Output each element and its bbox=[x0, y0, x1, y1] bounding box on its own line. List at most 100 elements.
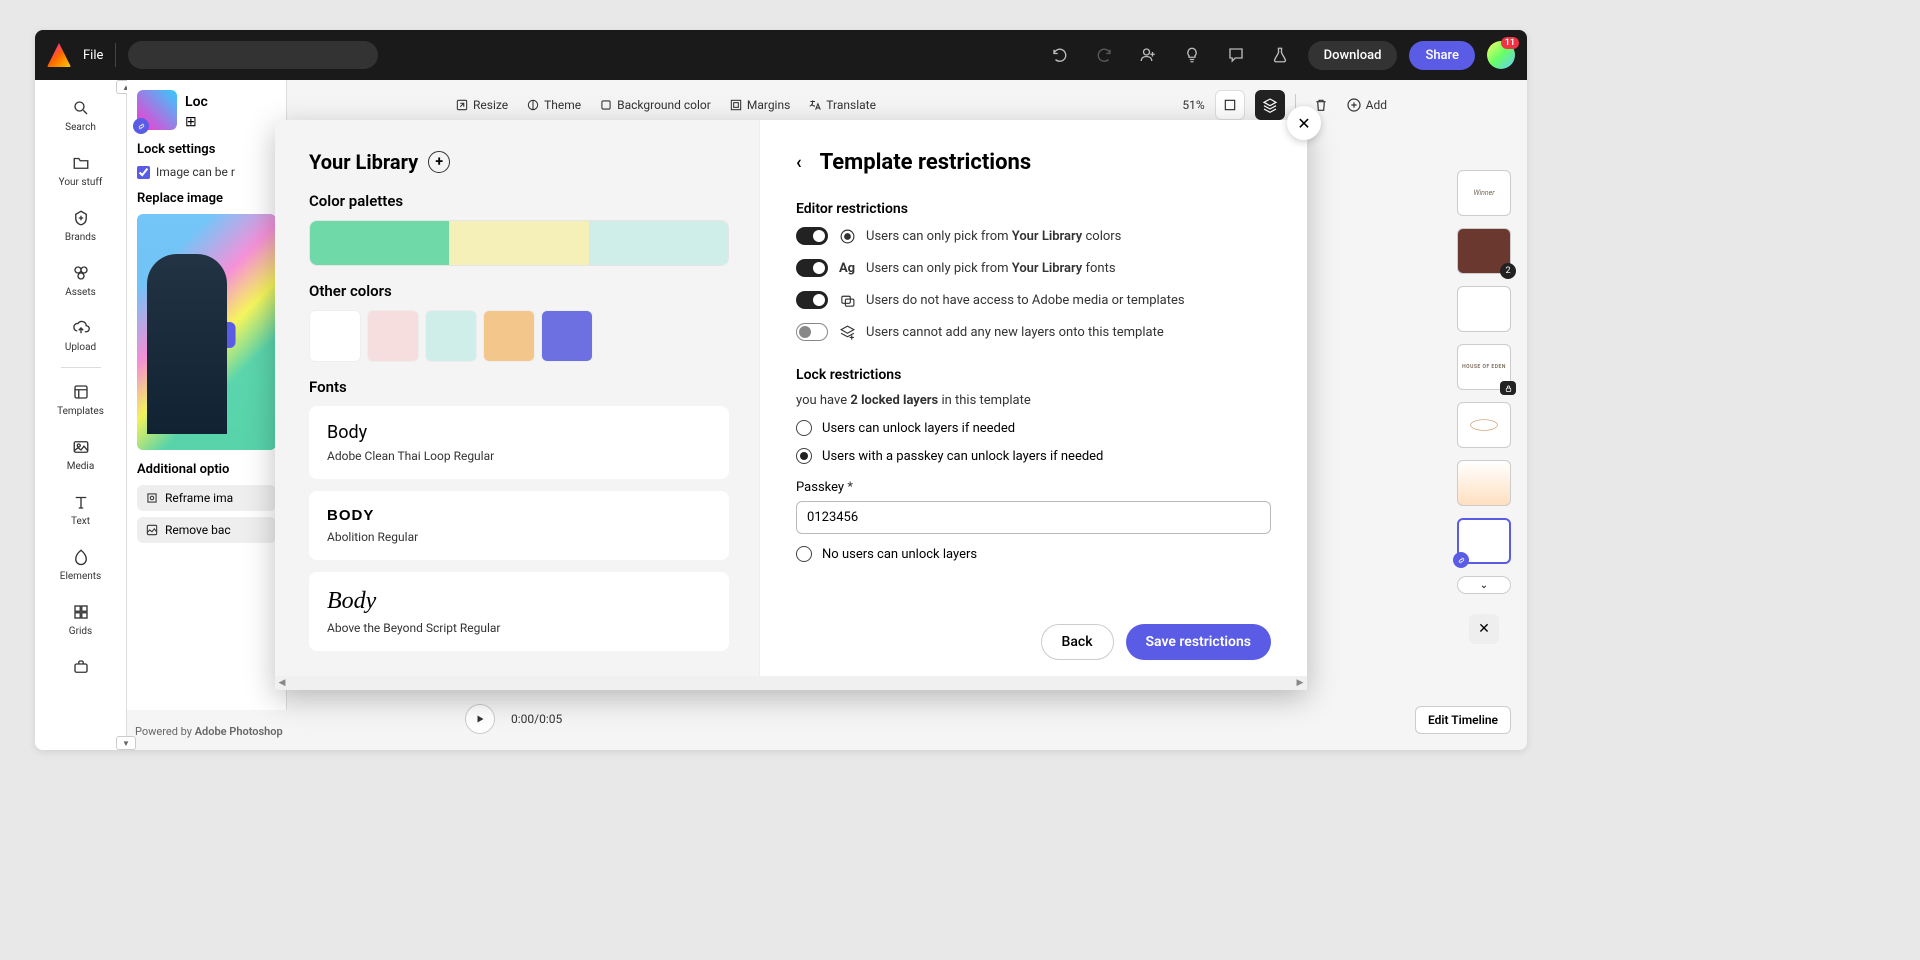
toggle-switch[interactable] bbox=[796, 227, 828, 245]
redo-icon[interactable] bbox=[1088, 39, 1120, 71]
page-thumb[interactable]: HOUSE OF EDEN bbox=[1457, 344, 1511, 390]
share-button[interactable]: Share bbox=[1409, 41, 1475, 70]
replace-button[interactable]: ⊞ R bbox=[194, 322, 235, 348]
toggle-switch[interactable] bbox=[796, 259, 828, 277]
color-swatch[interactable] bbox=[367, 310, 419, 362]
nav-text[interactable]: Text bbox=[51, 482, 111, 537]
palette-color[interactable] bbox=[449, 221, 588, 265]
restriction-toggle-row: Users cannot add any new layers onto thi… bbox=[796, 323, 1271, 341]
invite-icon[interactable] bbox=[1132, 39, 1164, 71]
fit-button[interactable] bbox=[1215, 90, 1245, 120]
close-thumbnails[interactable]: ✕ bbox=[1469, 614, 1499, 644]
resize-tool[interactable]: Resize bbox=[455, 98, 508, 112]
font-card[interactable]: BODYAbolition Regular bbox=[309, 491, 729, 560]
page-thumb[interactable]: 2 bbox=[1457, 228, 1511, 274]
undo-icon[interactable] bbox=[1044, 39, 1076, 71]
beaker-icon[interactable] bbox=[1264, 39, 1296, 71]
properties-panel: Loc ⊞ Lock settings Image can be r Repla… bbox=[127, 80, 287, 710]
font-card[interactable]: BodyAbove the Beyond Script Regular bbox=[309, 572, 729, 651]
play-button[interactable] bbox=[465, 704, 495, 734]
font-card[interactable]: BodyAdobe Clean Thai Loop Regular bbox=[309, 406, 729, 479]
nav-templates[interactable]: Templates bbox=[51, 372, 111, 427]
background-tool[interactable]: Background color bbox=[599, 98, 711, 112]
expand-pages[interactable]: ⌄ bbox=[1457, 576, 1511, 594]
folder-icon bbox=[71, 153, 91, 173]
color-swatch[interactable] bbox=[309, 310, 361, 362]
search-input[interactable] bbox=[128, 41, 378, 69]
lock-icon bbox=[1500, 381, 1516, 395]
back-button[interactable]: Back bbox=[1041, 624, 1114, 660]
back-chevron-icon[interactable]: ‹ bbox=[796, 152, 802, 173]
replace-image-preview: ⊞ R bbox=[137, 214, 276, 450]
lightbulb-icon[interactable] bbox=[1176, 39, 1208, 71]
color-swatch[interactable] bbox=[483, 310, 535, 362]
theme-tool[interactable]: Theme bbox=[526, 98, 581, 112]
nav-your-stuff[interactable]: Your stuff bbox=[51, 143, 111, 198]
add-library-button[interactable]: + bbox=[428, 151, 450, 173]
font-preview: Body bbox=[327, 422, 711, 443]
nav-assets[interactable]: Assets bbox=[51, 253, 111, 308]
media-icon bbox=[71, 437, 91, 457]
page-thumb[interactable] bbox=[1457, 460, 1511, 506]
color-swatch[interactable] bbox=[425, 310, 477, 362]
translate-tool[interactable]: Translate bbox=[808, 98, 876, 112]
radio-icon bbox=[796, 546, 812, 562]
brand-icon bbox=[71, 208, 91, 228]
page-thumb[interactable] bbox=[1457, 286, 1511, 332]
restriction-toggle-row: Users can only pick from Your Library co… bbox=[796, 227, 1271, 245]
palette-color[interactable] bbox=[589, 221, 728, 265]
layers-button[interactable] bbox=[1255, 90, 1285, 120]
save-restrictions-button[interactable]: Save restrictions bbox=[1126, 624, 1272, 660]
passkey-label: Passkey * bbox=[796, 480, 1271, 495]
horizontal-scrollbar[interactable]: ◀▶ bbox=[275, 676, 1307, 690]
nav-more[interactable] bbox=[51, 647, 111, 691]
unlock-radio-option[interactable]: Users can unlock layers if needed bbox=[796, 420, 1271, 436]
canvas-toolbar: Resize Theme Background color Margins Tr… bbox=[455, 90, 1387, 120]
toggle-label: Users can only pick from Your Library fo… bbox=[866, 261, 1116, 276]
image-replaceable-checkbox[interactable]: Image can be r bbox=[137, 165, 276, 179]
nav-elements[interactable]: Elements bbox=[51, 537, 111, 592]
color-swatch[interactable] bbox=[541, 310, 593, 362]
library-panel: Your Library + Color palettes Other colo… bbox=[275, 120, 760, 690]
timeline-bar: 0:00/0:05 bbox=[465, 704, 562, 734]
radio-icon bbox=[796, 448, 812, 464]
edit-timeline-button[interactable]: Edit Timeline bbox=[1415, 706, 1511, 734]
left-nav: ▲ Search Your stuff Brands Assets Upload… bbox=[35, 80, 127, 750]
toggle-switch[interactable] bbox=[796, 291, 828, 309]
document-title: Loc bbox=[185, 94, 208, 110]
color-palette[interactable] bbox=[309, 220, 729, 266]
time-counter: 0:00/0:05 bbox=[511, 712, 562, 726]
zoom-level[interactable]: 51% bbox=[1182, 98, 1204, 112]
download-button[interactable]: Download bbox=[1308, 41, 1398, 70]
user-avatar[interactable]: 11 bbox=[1487, 41, 1515, 69]
remove-background-button[interactable]: Remove bac bbox=[137, 517, 276, 543]
toggle-switch[interactable] bbox=[796, 323, 828, 341]
file-menu[interactable]: File bbox=[83, 48, 103, 63]
briefcase-icon bbox=[71, 657, 91, 677]
page-thumb-selected[interactable] bbox=[1457, 518, 1511, 564]
template-icon bbox=[71, 382, 91, 402]
reframe-image-button[interactable]: Reframe ima bbox=[137, 485, 276, 511]
margins-tool[interactable]: Margins bbox=[729, 98, 790, 112]
text-icon bbox=[71, 492, 91, 512]
close-modal-button[interactable]: ✕ bbox=[1287, 106, 1321, 140]
nav-scroll-down[interactable]: ▼ bbox=[116, 736, 136, 750]
nav-upload[interactable]: Upload bbox=[51, 308, 111, 363]
nav-media[interactable]: Media bbox=[51, 427, 111, 482]
quick-actions-icon[interactable]: ⊞ bbox=[185, 114, 208, 130]
palette-color[interactable] bbox=[310, 221, 449, 265]
page-thumb[interactable]: Winner bbox=[1457, 170, 1511, 216]
color-palettes-heading: Color palettes bbox=[309, 192, 729, 210]
add-button[interactable]: Add bbox=[1346, 97, 1387, 113]
radio-no-unlock[interactable]: No users can unlock layers bbox=[796, 546, 1271, 562]
linked-icon bbox=[1453, 552, 1469, 568]
page-thumb[interactable] bbox=[1457, 402, 1511, 448]
nav-grids[interactable]: Grids bbox=[51, 592, 111, 647]
unlock-radio-option[interactable]: Users with a passkey can unlock layers i… bbox=[796, 448, 1271, 464]
grid-icon bbox=[71, 602, 91, 622]
nav-brands[interactable]: Brands bbox=[51, 198, 111, 253]
nav-search[interactable]: Search bbox=[51, 88, 111, 143]
comment-icon[interactable] bbox=[1220, 39, 1252, 71]
passkey-input[interactable] bbox=[796, 501, 1271, 534]
page-thumbnails: Winner 2 HOUSE OF EDEN ⌄ ✕ bbox=[1457, 170, 1511, 644]
